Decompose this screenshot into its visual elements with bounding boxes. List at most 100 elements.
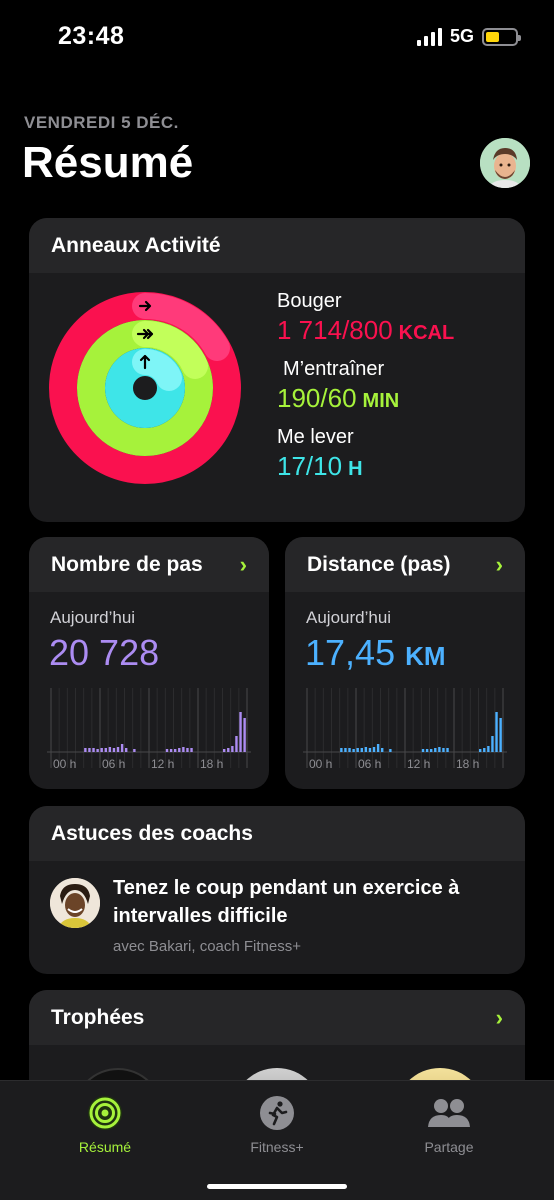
tips-card-header: Astuces des coachs: [29, 806, 525, 861]
chart-bar: [499, 718, 502, 752]
trophies-card-title: Trophées: [51, 1005, 145, 1029]
people-icon: [428, 1099, 470, 1127]
activity-card-title: Anneaux Activité: [51, 233, 221, 257]
chart-bar: [243, 718, 246, 752]
memoji-icon: [480, 138, 530, 188]
tip-text: Tenez le coup pendant un exercice à inte…: [113, 877, 460, 927]
trophies-card-header: Trophées ›: [29, 990, 525, 1045]
steps-card-header: Nombre de pas ›: [29, 537, 269, 592]
exercise-label: M’entraîner: [283, 358, 385, 380]
chart-bar: [96, 749, 99, 752]
chart-bar: [483, 748, 486, 752]
chart-bar: [165, 749, 169, 752]
chart-axis-label: 12 h: [407, 757, 430, 771]
coach-avatar: [50, 878, 100, 928]
exercise-stat: M’entraîner: [283, 358, 454, 381]
chart-bar: [227, 748, 230, 752]
chart-bar: [169, 749, 173, 752]
chart-bar: [340, 748, 343, 752]
chart-bar: [344, 748, 347, 752]
chart-bar: [491, 736, 494, 752]
tab-fitness-plus-label: Fitness+: [250, 1139, 304, 1155]
chart-bar: [348, 748, 351, 752]
tab-summary[interactable]: Résumé: [40, 1081, 170, 1200]
chart-axis-label: 18 h: [200, 757, 223, 771]
distance-value-row: 17,45 KM: [305, 632, 446, 674]
tab-summary-label: Résumé: [78, 1139, 132, 1155]
ring-stats: Bouger 1 714/800 KCAL M’entraîner 190/60 M…: [277, 290, 454, 494]
steps-today-label: Aujourd’hui: [50, 608, 136, 627]
chart-axis-label: 12 h: [151, 757, 174, 771]
activity-card-header: Anneaux Activité: [29, 218, 525, 273]
network-type: 5G: [449, 26, 474, 46]
chart-bar: [84, 748, 87, 752]
date-label: VENDREDI 5 DÉC.: [24, 113, 179, 132]
chart-bar: [186, 748, 189, 752]
stand-unit: H: [348, 458, 363, 480]
chart-bar: [352, 749, 355, 752]
status-indicators: 5G: [416, 26, 521, 47]
tab-bar: Résumé Fitness+ Partage: [0, 1080, 554, 1200]
activity-rings-chart: [49, 292, 241, 484]
coach-tips-card[interactable]: Astuces des coachs Tenez le coup pendant…: [29, 806, 525, 974]
profile-avatar[interactable]: [480, 138, 530, 188]
move-stat: Bouger 1 714/800 KCAL: [277, 290, 454, 346]
steps-hourly-chart: 00 h 06 h 12 h 18 h: [47, 688, 251, 771]
distance-today-label: Aujourd’hui: [306, 608, 392, 627]
stand-value: 17/10: [277, 451, 343, 481]
exercise-unit: MIN: [362, 390, 400, 412]
chart-bar: [88, 748, 91, 752]
chart-bar: [434, 748, 437, 752]
chevron-right-icon: ›: [495, 1004, 503, 1030]
chart-axis-label: 06 h: [102, 757, 125, 771]
stand-stat: Me lever 17/10 H: [277, 426, 454, 482]
chart-bar: [104, 748, 107, 752]
tab-sharing[interactable]: Partage: [384, 1081, 514, 1200]
chart-bar: [389, 749, 392, 752]
chevron-right-icon: ›: [239, 551, 247, 577]
chart-bar: [368, 748, 372, 752]
distance-hourly-chart: 00 h 06 h 12 h 18 h: [303, 688, 507, 771]
chart-bar: [231, 746, 234, 752]
tip-subtitle: avec Bakari, coach Fitness+: [113, 938, 302, 955]
chart-bar: [112, 748, 116, 752]
chart-bar: [376, 744, 380, 752]
page-title: Résumé: [22, 138, 194, 187]
chart-bar: [425, 749, 429, 752]
chart-axis-label: 00 h: [53, 757, 76, 771]
stand-label: Me lever: [277, 426, 354, 448]
chart-bar: [356, 748, 359, 752]
chart-axis-label: 00 h: [309, 757, 332, 771]
steps-card[interactable]: Nombre de pas › Aujourd’hui 20 728 00 h0…: [29, 537, 269, 789]
chart-bar: [446, 748, 449, 752]
steps-value: 20 728: [49, 632, 160, 673]
runner-icon: [260, 1096, 294, 1130]
exercise-value: 190/60: [277, 383, 357, 413]
exercise-value-block: 190/60 MIN: [277, 383, 454, 414]
tab-fitness-plus[interactable]: Fitness+: [212, 1081, 342, 1200]
chart-bar: [438, 747, 441, 752]
chart-bar: [108, 747, 112, 752]
battery-icon: [482, 27, 521, 46]
tips-card-title: Astuces des coachs: [51, 821, 253, 845]
distance-card[interactable]: Distance (pas) › Aujourd’hui 17,45 KM 00…: [285, 537, 525, 789]
chart-bar: [100, 748, 103, 752]
distance-unit: KM: [405, 641, 446, 671]
chart-bar: [92, 748, 95, 752]
cellular-signal-icon: [416, 27, 442, 46]
chart-bar: [442, 748, 445, 752]
move-value: 1 714/800: [277, 315, 393, 345]
distance-card-title: Distance (pas): [307, 552, 451, 576]
move-label: Bouger: [277, 290, 342, 312]
chart-bar: [133, 749, 136, 752]
status-time: 23:48: [58, 22, 125, 50]
chevron-right-icon: ›: [495, 551, 503, 577]
chart-bar: [381, 748, 384, 752]
chart-bar: [479, 749, 482, 752]
chart-bar: [421, 749, 425, 752]
chart-bar: [223, 749, 226, 752]
activity-rings-icon: [88, 1096, 122, 1130]
chart-bar: [125, 748, 128, 752]
activity-rings-card[interactable]: Anneaux Activité Bouger 1 714/800 KCAL M’…: [29, 218, 525, 522]
move-value-row: 1 714/800 KCAL: [277, 315, 454, 346]
